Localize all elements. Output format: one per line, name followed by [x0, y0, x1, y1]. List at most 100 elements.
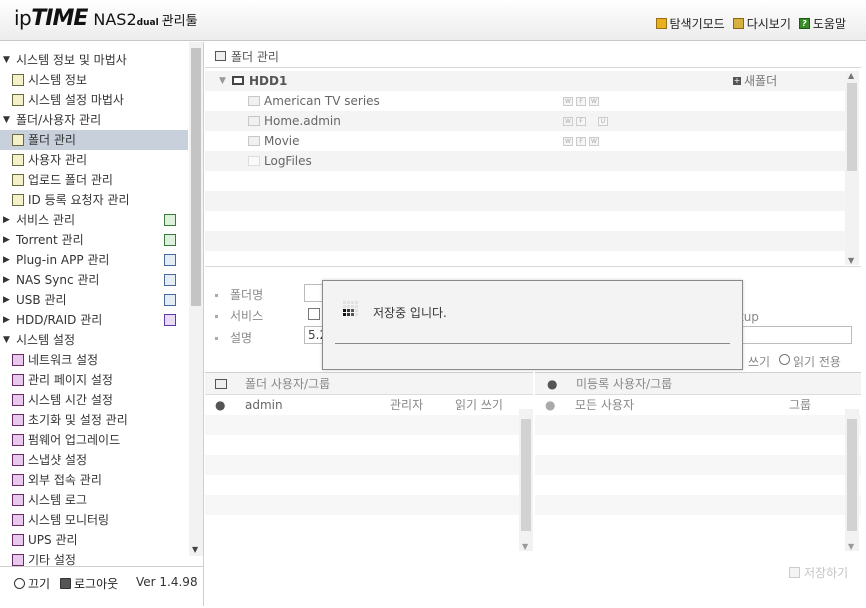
- saving-dialog: 저장중 입니다.: [322, 280, 743, 370]
- sidebar: ▼ 시스템 정보 및 마법사 시스템 정보 시스템 설정 마법사 ▼ 폴더/사용자 관리 폴…: [0, 42, 204, 566]
- empty-row: [205, 415, 533, 435]
- sync-icon: [164, 274, 176, 286]
- sidebar-section[interactable]: ▶ 서비스 관리: [0, 210, 188, 230]
- collapse-icon[interactable]: ▼: [219, 71, 226, 91]
- empty-row: [205, 515, 533, 535]
- logout-button[interactable]: 로그아웃: [60, 575, 118, 592]
- service-row: 서비스: [215, 307, 263, 324]
- sidebar-section[interactable]: ▼ 폴더/사용자 관리: [0, 110, 188, 130]
- folder-name: Movie: [264, 134, 300, 148]
- sidebar-section[interactable]: ▶ Torrent 관리: [0, 230, 188, 250]
- collapsed-arrow-icon: ▶: [3, 255, 10, 265]
- tree-scroll-thumb[interactable]: [847, 83, 857, 171]
- explorer-icon: [655, 18, 667, 29]
- smb-service-icon: W: [563, 97, 573, 106]
- user-row[interactable]: ● admin 관리자 읽기 쓰기: [205, 395, 533, 415]
- sidebar-section[interactable]: ▶ USB 관리: [0, 290, 188, 310]
- scroll-down-icon[interactable]: ▼: [522, 542, 528, 551]
- refresh-link[interactable]: 다시보기: [732, 15, 791, 32]
- web-service-icon: W: [589, 97, 599, 106]
- new-folder-button[interactable]: + 새폴더: [733, 71, 777, 91]
- sidebar-item[interactable]: 스냅샷 설정: [0, 450, 188, 470]
- remote-access-icon: [12, 474, 24, 486]
- scroll-down-icon[interactable]: ▼: [192, 545, 198, 554]
- scroll-up-icon[interactable]: ▲: [848, 71, 854, 80]
- unregistered-scroll-thumb[interactable]: [847, 419, 857, 531]
- tree-folder-row[interactable]: American TV series WFW: [205, 91, 845, 111]
- sidebar-item[interactable]: 시스템 시간 설정: [0, 390, 188, 410]
- collapsed-arrow-icon: ▶: [3, 315, 10, 325]
- tree-disk-row[interactable]: ▼ HDD1 + 새폴더: [205, 71, 845, 91]
- sidebar-item[interactable]: 시스템 정보: [0, 70, 188, 90]
- sidebar-scroll-thumb[interactable]: [191, 48, 201, 306]
- explorer-mode-link[interactable]: 탐색기모드: [655, 15, 725, 32]
- user-permission: 읽기 쓰기: [455, 398, 503, 412]
- save-button[interactable]: 저장하기: [789, 564, 848, 581]
- divider: [205, 266, 861, 267]
- users-scrollbar[interactable]: ▼: [519, 409, 533, 551]
- loading-spinner-icon: [343, 301, 359, 317]
- unregistered-header: ● 미등록 사용자/그룹: [535, 373, 861, 395]
- ftp-service-icon: F: [576, 137, 586, 146]
- sidebar-section[interactable]: ▶ NAS Sync 관리: [0, 270, 188, 290]
- sidebar-item[interactable]: 시스템 로그: [0, 490, 188, 510]
- sidebar-item-label: 시스템 모니터링: [28, 513, 110, 527]
- logo-dual: dual: [136, 18, 159, 28]
- sidebar-item-label: 펌웨어 업그레이드: [28, 433, 121, 447]
- group-row[interactable]: ● 모든 사용자 그룹: [535, 395, 861, 415]
- collapsed-arrow-icon: ▶: [3, 275, 10, 285]
- sidebar-item-label: UPS 관리: [28, 533, 78, 547]
- sidebar-item[interactable]: 네트워크 설정: [0, 350, 188, 370]
- network-icon: [12, 354, 24, 366]
- admin-page-icon: [12, 374, 24, 386]
- folder-users-pane: 폴더 사용자/그룹 ● admin 관리자 읽기 쓰기 ▼: [205, 372, 533, 551]
- empty-row: [535, 515, 861, 535]
- sidebar-footer: 끄기 로그아웃 Ver 1.4.98: [0, 566, 204, 606]
- sidebar-item[interactable]: 외부 접속 관리: [0, 470, 188, 490]
- sidebar-item[interactable]: 시스템 설정 마법사: [0, 90, 188, 110]
- sidebar-item[interactable]: UPS 관리: [0, 530, 188, 550]
- sidebar-section[interactable]: ▼ 시스템 설정: [0, 330, 188, 350]
- torrent-icon: [164, 234, 176, 246]
- explorer-mode-label: 탐색기모드: [669, 17, 725, 31]
- help-link[interactable]: ? 도움말: [798, 15, 846, 32]
- scroll-down-icon[interactable]: ▼: [848, 256, 854, 265]
- sidebar-item[interactable]: 폴더 관리: [0, 130, 188, 150]
- sidebar-section[interactable]: ▼ 시스템 정보 및 마법사: [0, 50, 188, 70]
- sidebar-item[interactable]: 초기화 및 설정 관리: [0, 410, 188, 430]
- read-only-label: 읽기 전용: [793, 355, 841, 369]
- service-checkbox[interactable]: [308, 308, 320, 320]
- sidebar-item[interactable]: 업로드 폴더 관리: [0, 170, 188, 190]
- sidebar-section[interactable]: ▶ HDD/RAID 관리: [0, 310, 188, 330]
- unregistered-scrollbar[interactable]: ▼: [845, 409, 859, 551]
- sidebar-item[interactable]: 시스템 모니터링: [0, 510, 188, 530]
- disk-label: HDD1: [249, 74, 288, 88]
- tree-folder-row[interactable]: LogFiles: [205, 151, 845, 171]
- tree-folder-row[interactable]: Movie WFW: [205, 131, 845, 151]
- sidebar-item[interactable]: 기타 설정: [0, 550, 188, 566]
- sidebar-item[interactable]: 관리 페이지 설정: [0, 370, 188, 390]
- sidebar-item[interactable]: 사용자 관리: [0, 150, 188, 170]
- tree-empty-row: [205, 191, 845, 211]
- sidebar-item-label: 시스템 정보 및 마법사: [16, 53, 127, 67]
- sidebar-section[interactable]: ▶ Plug-in APP 관리: [0, 250, 188, 270]
- tree-scrollbar[interactable]: ▲ ▼: [845, 71, 859, 265]
- sidebar-item[interactable]: 펌웨어 업그레이드: [0, 430, 188, 450]
- sidebar-scrollbar[interactable]: ▼: [189, 42, 203, 556]
- sidebar-item[interactable]: ID 등록 요청자 관리: [0, 190, 188, 210]
- empty-row: [535, 415, 861, 435]
- users-scroll-thumb[interactable]: [521, 419, 531, 531]
- power-off-button[interactable]: 끄기: [14, 575, 50, 592]
- backup-input[interactable]: [735, 326, 852, 344]
- tree-folder-row[interactable]: Home.admin WF U: [205, 111, 845, 131]
- collapsed-arrow-icon: ▶: [3, 295, 10, 305]
- logout-icon: [60, 578, 71, 589]
- scroll-down-icon[interactable]: ▼: [848, 542, 854, 551]
- tree-empty-row: [205, 171, 845, 191]
- read-write-label: 쓰기: [748, 355, 771, 369]
- read-only-radio[interactable]: [779, 354, 790, 365]
- folder-users-title: 폴더 사용자/그룹: [245, 377, 331, 391]
- iptime-logo: ip TIME NAS2 dual 관리툴: [14, 6, 198, 34]
- sidebar-item-label: NAS Sync 관리: [16, 273, 100, 287]
- top-bar: ip TIME NAS2 dual 관리툴 탐색기모드 다시보기 ? 도움말: [0, 0, 866, 41]
